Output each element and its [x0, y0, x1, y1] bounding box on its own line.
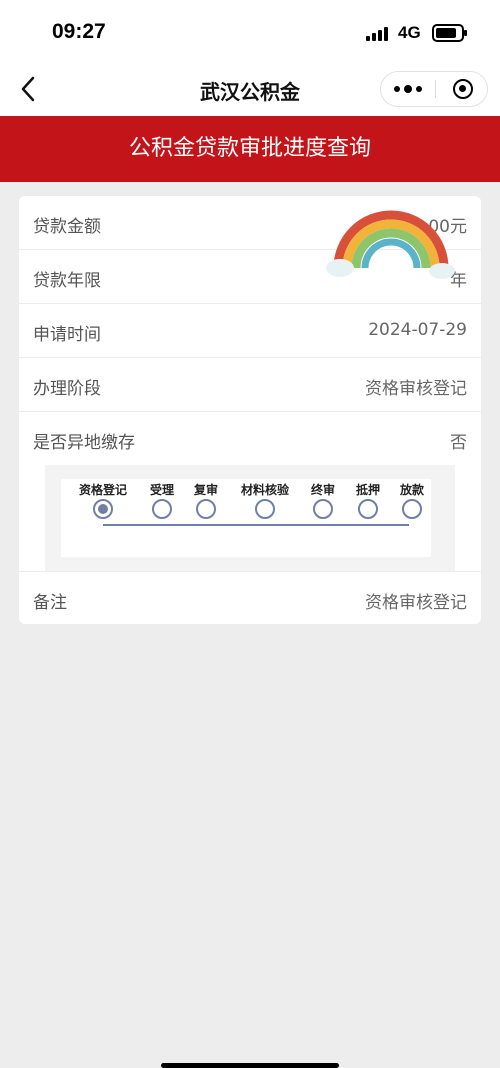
nav-bar: 武汉公积金 — [0, 62, 500, 116]
step-dot — [93, 499, 113, 519]
status-time: 09:27 — [52, 20, 106, 43]
progress-tracker: 资格登记 受理 复审 材料核验 终审 抵押 放款 — [19, 465, 481, 571]
miniapp-capsule — [380, 71, 488, 107]
stage-value: 资格审核登记 — [365, 379, 467, 399]
more-icon[interactable] — [381, 72, 435, 106]
row-stage: 办理阶段 资格审核登记 — [19, 358, 481, 412]
home-indicator — [161, 1063, 339, 1068]
step-dot — [152, 499, 172, 519]
banner-title: 公积金贷款审批进度查询 — [0, 116, 500, 182]
step-dot — [402, 499, 422, 519]
progress-line — [103, 524, 409, 526]
row-remote-payment: 是否异地缴存 否 — [19, 412, 481, 466]
progress-box: 资格登记 受理 复审 材料核验 终审 抵押 放款 — [61, 479, 431, 557]
step-dot — [255, 499, 275, 519]
rainbow-sticker-icon — [326, 210, 455, 279]
remark-label: 备注 — [33, 593, 67, 613]
close-miniapp-icon[interactable] — [453, 79, 473, 99]
capsule-divider — [435, 80, 436, 98]
stage-label: 办理阶段 — [33, 379, 101, 399]
apply-time-value: 2024-07-29 — [368, 320, 467, 340]
remark-value: 资格审核登记 — [365, 593, 467, 613]
step-7: 放款 — [377, 479, 447, 519]
network-label: 4G — [398, 23, 421, 42]
remote-payment-value: 否 — [450, 433, 467, 453]
step-dot — [358, 499, 378, 519]
step-dot — [313, 499, 333, 519]
step-dot — [196, 499, 216, 519]
row-apply-time: 申请时间 2024-07-29 — [19, 304, 481, 358]
loan-term-label: 贷款年限 — [33, 271, 101, 291]
row-remark: 备注 资格审核登记 — [19, 571, 481, 624]
status-bar: 09:27 4G — [0, 0, 500, 62]
signal-icon — [366, 27, 392, 41]
loan-amount-label: 贷款金额 — [33, 217, 101, 237]
step-label: 放款 — [399, 483, 424, 497]
remote-payment-label: 是否异地缴存 — [33, 433, 135, 453]
battery-icon — [432, 24, 467, 42]
apply-time-label: 申请时间 — [33, 325, 101, 345]
